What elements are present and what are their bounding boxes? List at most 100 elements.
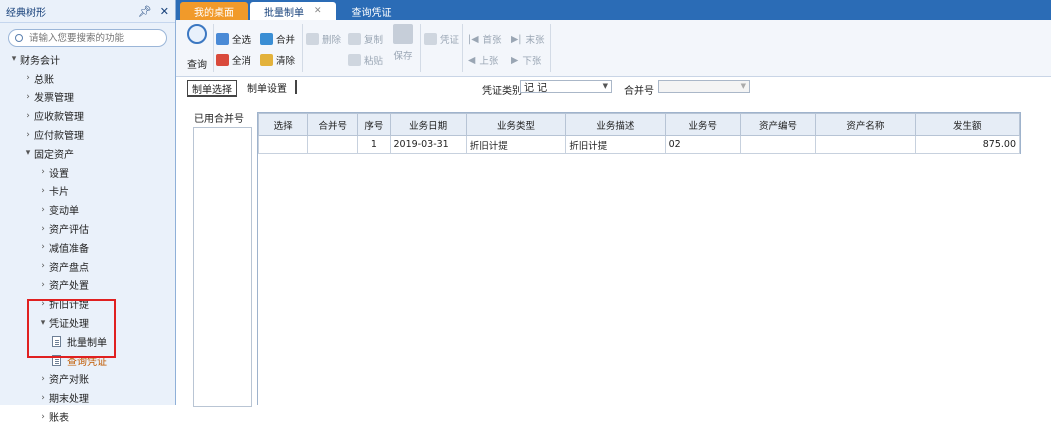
column-header[interactable]: 合并号 bbox=[307, 113, 359, 136]
paste-button[interactable]: 粘贴 bbox=[348, 53, 383, 67]
table-header-row: 选择 合并号 序号 业务日期 业务类型 业务描述 业务号 资产编号 资产名称 发… bbox=[257, 113, 1021, 136]
last-icon: ▶| bbox=[511, 33, 522, 45]
grid-border bbox=[257, 112, 258, 405]
tree-node-payable[interactable]: › 应付款管理 bbox=[0, 125, 175, 144]
merge-button[interactable]: 合并 bbox=[260, 32, 295, 46]
clear-button[interactable]: 清除 bbox=[260, 53, 295, 67]
chevron-down-icon: ▼ bbox=[602, 82, 608, 90]
copy-button[interactable]: 复制 bbox=[348, 32, 383, 46]
delete-button[interactable]: 删除 bbox=[306, 32, 341, 46]
check-all-icon bbox=[216, 33, 229, 45]
column-header[interactable]: 业务类型 bbox=[465, 113, 567, 136]
table-cell[interactable] bbox=[739, 135, 817, 154]
tree-node-receivable[interactable]: › 应收款管理 bbox=[0, 106, 175, 125]
tree-node-impairment[interactable]: › 减值准备 bbox=[0, 238, 175, 257]
table-cell[interactable]: 折旧计提 bbox=[465, 135, 567, 154]
tree-node-fixed-assets[interactable]: ▾ 固定资产 bbox=[0, 144, 175, 163]
sidebar-title: 经典树形 bbox=[6, 7, 46, 19]
pin-icon[interactable]: 📌︎ bbox=[138, 5, 152, 18]
tab-batch-voucher[interactable]: 批量制单 ✕ bbox=[250, 2, 336, 20]
sidebar: 经典树形 📌︎ ✕ ▾财务会计 ›总账 ›发票管理 ›应收款管理 ›应付款管理 … bbox=[0, 0, 176, 424]
chevron-right-icon: › bbox=[26, 129, 30, 140]
chevron-right-icon: › bbox=[26, 73, 30, 84]
save-button[interactable]: 保存 bbox=[390, 24, 416, 62]
chevron-right-icon: › bbox=[41, 373, 45, 384]
last-button[interactable]: ▶| 末张 bbox=[511, 32, 545, 47]
tree-node-period-end[interactable]: › 期末处理 bbox=[0, 388, 175, 407]
paste-icon bbox=[348, 54, 361, 66]
tree-node-card[interactable]: › 卡片 bbox=[0, 182, 175, 201]
used-merge-list[interactable] bbox=[193, 127, 252, 407]
chevron-right-icon: › bbox=[41, 411, 45, 422]
table-cell[interactable] bbox=[815, 135, 916, 154]
column-header[interactable]: 序号 bbox=[357, 113, 391, 136]
sidebar-header: 经典树形 📌︎ ✕ bbox=[0, 0, 175, 23]
table-row[interactable]: 1 2019-03-31 折旧计提 折旧计提 02 875.00 bbox=[257, 135, 1021, 154]
tab-bar: 我的桌面 批量制单 ✕ 查询凭证 bbox=[176, 0, 1051, 20]
function-tree: ▾ 财务会计 › 总账 › 发票管理 › 应收款管理 › 应付款管理 ▾ 固定资产 › 设置 … bbox=[0, 50, 175, 426]
next-icon: ▶ bbox=[511, 54, 519, 66]
tab-query-voucher[interactable]: 查询凭证 bbox=[338, 2, 406, 20]
chevron-right-icon: › bbox=[41, 185, 45, 196]
table-cell[interactable]: 875.00 bbox=[914, 135, 1021, 154]
tree-node-change-order[interactable]: › 变动单 bbox=[0, 200, 175, 219]
tree-node-reconciliation[interactable]: › 资产对账 bbox=[0, 370, 175, 389]
column-header[interactable]: 资产名称 bbox=[815, 113, 916, 136]
tree-node-invoice[interactable]: › 发票管理 bbox=[0, 88, 175, 107]
column-header[interactable]: 发生额 bbox=[914, 113, 1021, 136]
tree-node-asset-evaluation[interactable]: › 资产评估 bbox=[0, 219, 175, 238]
tab-voucher-settings[interactable]: 制单设置 bbox=[243, 80, 297, 95]
divider bbox=[550, 24, 551, 72]
tree-node-reports[interactable]: › 账表 bbox=[0, 407, 175, 426]
chevron-right-icon: › bbox=[41, 279, 45, 290]
first-icon: |◀ bbox=[468, 33, 479, 45]
first-button[interactable]: |◀ 首张 bbox=[468, 32, 502, 47]
tab-desktop[interactable]: 我的桌面 bbox=[180, 2, 248, 20]
tree-node-disposal[interactable]: › 资产处置 bbox=[0, 276, 175, 295]
column-header[interactable]: 选择 bbox=[257, 113, 309, 136]
tree-node-inventory[interactable]: › 资产盘点 bbox=[0, 257, 175, 276]
sidebar-search[interactable] bbox=[8, 29, 167, 47]
voucher-button[interactable]: 凭证 bbox=[424, 32, 459, 46]
close-icon[interactable]: ✕ bbox=[160, 5, 169, 18]
search-input[interactable] bbox=[26, 31, 160, 45]
chevron-right-icon: › bbox=[41, 223, 45, 234]
tree-node-finance[interactable]: ▾ 财务会计 bbox=[0, 50, 175, 69]
toolbar: 查询 全选 全消 合并 清除 删除 复制 粘贴 保存 凭证 |◀ 首张 ▶| 末张 … bbox=[176, 20, 1051, 77]
table-cell[interactable]: 2019-03-31 bbox=[389, 135, 467, 154]
column-header[interactable]: 业务日期 bbox=[389, 113, 467, 136]
chevron-right-icon: › bbox=[41, 167, 45, 178]
chevron-right-icon: › bbox=[41, 392, 45, 403]
column-header[interactable]: 资产编号 bbox=[739, 113, 817, 136]
merge-icon bbox=[260, 33, 273, 45]
voucher-type-select[interactable]: 记 记 ▼ bbox=[520, 80, 612, 94]
chevron-right-icon: › bbox=[26, 110, 30, 121]
table-cell[interactable]: 1 bbox=[357, 135, 391, 154]
tree-node-settings[interactable]: › 设置 bbox=[0, 163, 175, 182]
prev-button[interactable]: ◀ 上张 bbox=[468, 53, 498, 68]
chevron-right-icon: › bbox=[26, 91, 30, 102]
voucher-table: 选择 合并号 序号 业务日期 业务类型 业务描述 业务号 资产编号 资产名称 发… bbox=[257, 113, 1021, 154]
table-cell[interactable]: 折旧计提 bbox=[565, 135, 666, 154]
next-button[interactable]: ▶ 下张 bbox=[511, 53, 541, 68]
divider bbox=[213, 24, 214, 72]
broom-icon bbox=[260, 54, 273, 66]
tree-node-general-ledger[interactable]: › 总账 bbox=[0, 69, 175, 88]
merge-no-select[interactable]: ▼ bbox=[658, 80, 750, 93]
table-cell[interactable] bbox=[257, 135, 309, 154]
column-header[interactable]: 业务号 bbox=[664, 113, 741, 136]
tab-voucher-selection[interactable]: 制单选择 bbox=[187, 80, 237, 97]
magnifier-icon bbox=[187, 24, 207, 44]
voucher-type-label: 凭证类别 bbox=[482, 86, 522, 97]
table-cell[interactable]: 02 bbox=[664, 135, 741, 154]
table-cell[interactable] bbox=[307, 135, 359, 154]
chevron-down-icon: ▾ bbox=[25, 148, 31, 159]
uncheck-all-icon bbox=[216, 54, 229, 66]
query-button[interactable]: 查询 bbox=[184, 24, 210, 72]
copy-icon bbox=[348, 33, 361, 45]
deselect-all-button[interactable]: 全消 bbox=[216, 53, 251, 67]
prev-icon: ◀ bbox=[468, 54, 476, 66]
close-tab-icon[interactable]: ✕ bbox=[314, 6, 322, 16]
column-header[interactable]: 业务描述 bbox=[565, 113, 666, 136]
select-all-button[interactable]: 全选 bbox=[216, 32, 251, 46]
